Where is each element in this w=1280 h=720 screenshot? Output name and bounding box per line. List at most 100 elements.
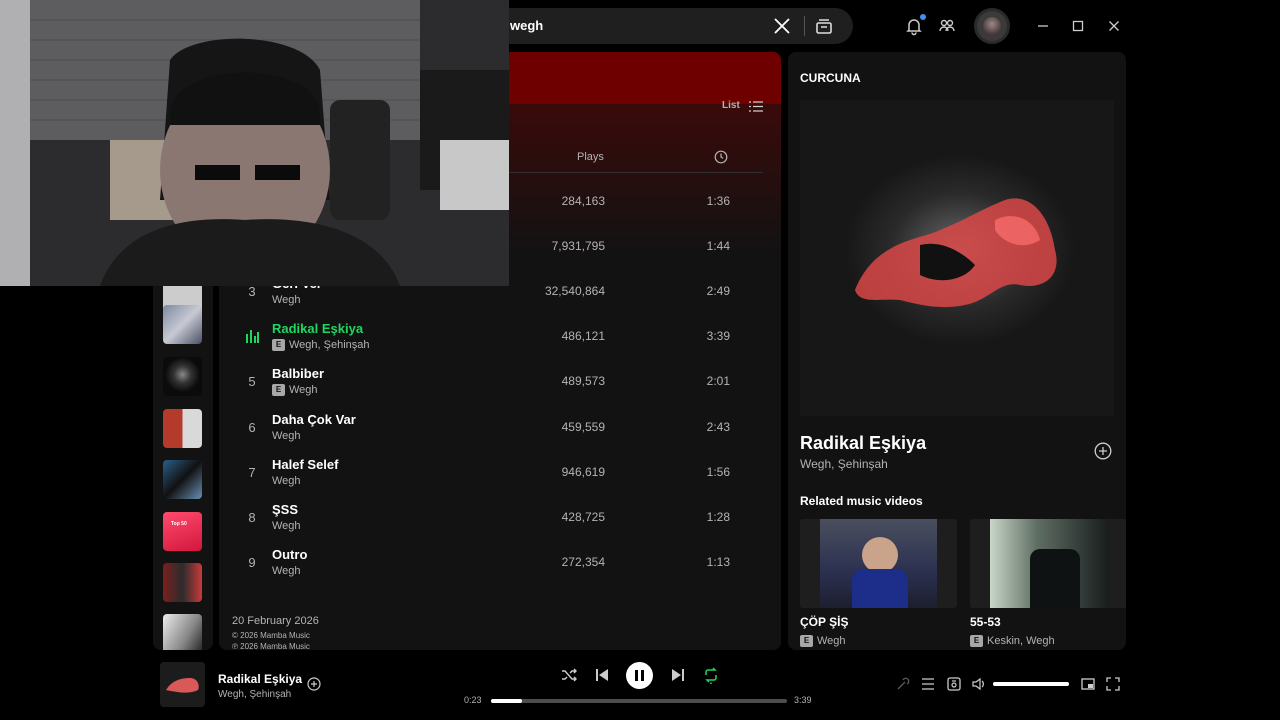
track-artist: E Wegh, Şehinşah — [272, 339, 370, 352]
track-artist: E Wegh — [272, 384, 318, 397]
track-title[interactable]: Balbiber — [272, 366, 324, 381]
track-artist-name[interactable]: Wegh — [289, 384, 318, 396]
album-art — [800, 100, 1114, 416]
video-figure — [852, 569, 908, 608]
close-window-icon[interactable] — [1104, 16, 1124, 36]
library-item[interactable] — [163, 305, 202, 344]
library-item-top50[interactable]: Top 50 — [163, 512, 202, 551]
volume-slider[interactable] — [993, 682, 1069, 686]
webcam-overlay — [0, 0, 509, 286]
related-videos-heading: Related music videos — [800, 494, 923, 508]
explicit-badge: E — [970, 635, 983, 647]
library-item[interactable] — [163, 563, 202, 602]
progress-bar[interactable] — [491, 699, 787, 703]
track-row[interactable]: 8 ŞSS Wegh 428,725 1:28 — [219, 497, 781, 542]
library-item[interactable] — [163, 409, 202, 448]
track-artist-name[interactable]: Wegh, Şehinşah — [289, 339, 370, 351]
track-plays: 32,540,864 — [544, 284, 605, 299]
lyrics-icon[interactable] — [895, 676, 911, 692]
library-item[interactable] — [163, 357, 202, 396]
equalizer-icon — [246, 330, 259, 344]
track-artist: Wegh — [272, 565, 301, 577]
now-playing-cover[interactable] — [160, 662, 205, 707]
track-artist-name[interactable]: Wegh — [272, 565, 301, 577]
now-playing-artists[interactable]: Wegh, Şehinşah — [800, 457, 888, 471]
add-circle-icon[interactable] — [307, 677, 321, 691]
video-title[interactable]: 55-53 — [970, 615, 1001, 629]
player-track-title[interactable]: Radikal Eşkiya — [218, 672, 302, 686]
search-bar[interactable]: wegh — [493, 8, 853, 44]
track-title[interactable]: Outro — [272, 547, 307, 562]
clock-icon — [714, 150, 728, 164]
avatar[interactable] — [974, 8, 1010, 44]
track-duration: 1:28 — [706, 509, 730, 524]
track-number: 7 — [248, 464, 256, 480]
track-row[interactable]: Radikal Eşkiya E Wegh, Şehinşah 486,121 3:39 — [219, 316, 781, 361]
explicit-badge: E — [272, 384, 285, 397]
track-artist-name[interactable]: Wegh — [272, 430, 301, 442]
fullscreen-icon[interactable] — [1105, 676, 1121, 692]
track-number: 5 — [248, 374, 256, 390]
track-artist-name[interactable]: Wegh — [272, 475, 301, 487]
track-title[interactable]: Daha Çok Var — [272, 412, 356, 427]
track-artist-name[interactable]: Wegh — [272, 520, 301, 532]
view-toggle[interactable]: List — [722, 100, 740, 111]
track-title[interactable]: ŞSS — [272, 502, 298, 517]
next-icon[interactable] — [669, 666, 687, 684]
track-duration: 1:56 — [706, 464, 730, 479]
track-row[interactable]: 6 Daha Çok Var Wegh 459,559 2:43 — [219, 407, 781, 452]
browse-icon[interactable] — [814, 16, 834, 36]
pause-button[interactable] — [626, 662, 653, 689]
now-playing-title[interactable]: Radikal Eşkiya — [800, 433, 926, 454]
video-thumbnail[interactable] — [970, 519, 1126, 608]
track-duration: 2:43 — [706, 419, 730, 434]
video-artist-name[interactable]: Keskin, Wegh — [987, 635, 1055, 647]
previous-icon[interactable] — [593, 666, 611, 684]
maximize-icon[interactable] — [1068, 16, 1088, 36]
add-circle-icon[interactable] — [1094, 442, 1112, 460]
track-plays: 459,559 — [561, 419, 605, 434]
total-time: 3:39 — [794, 695, 812, 705]
track-artist: Wegh — [272, 520, 301, 532]
track-plays: 486,121 — [561, 329, 605, 344]
track-title[interactable]: Halef Selef — [272, 457, 338, 472]
connect-device-icon[interactable] — [946, 676, 962, 692]
notification-dot — [920, 14, 926, 20]
minimize-icon[interactable] — [1033, 16, 1053, 36]
list-view-icon[interactable] — [749, 101, 763, 112]
track-row[interactable]: 9 Outro Wegh 272,354 1:13 — [219, 542, 781, 587]
video-thumbnail[interactable] — [800, 519, 957, 608]
track-duration: 1:13 — [706, 554, 730, 569]
player-track-artist[interactable]: Wegh, Şehinşah — [218, 689, 291, 700]
repeat-icon[interactable] — [702, 666, 720, 684]
library-item[interactable] — [163, 614, 202, 650]
track-duration: 1:44 — [706, 239, 730, 254]
queue-icon[interactable] — [920, 676, 936, 692]
track-artist-name[interactable]: Wegh — [272, 294, 301, 306]
shuffle-icon[interactable] — [560, 666, 578, 684]
library-item-label: Top 50 — [171, 521, 187, 527]
progress-fill — [491, 699, 523, 703]
search-input[interactable]: wegh — [510, 18, 543, 33]
track-artist: Wegh — [272, 294, 301, 306]
track-duration: 1:36 — [706, 194, 730, 208]
close-icon[interactable] — [773, 17, 791, 35]
track-number: 6 — [248, 419, 256, 435]
track-plays: 428,725 — [561, 509, 605, 524]
track-title[interactable]: Radikal Eşkiya — [272, 321, 363, 336]
friends-icon[interactable] — [937, 16, 957, 36]
track-row[interactable]: 5 Balbiber E Wegh 489,573 2:01 — [219, 361, 781, 406]
library-item[interactable] — [163, 460, 202, 499]
track-plays: 272,354 — [561, 554, 605, 569]
video-artist-name[interactable]: Wegh — [817, 635, 846, 647]
video-title[interactable]: ÇÖP ŞİŞ — [800, 615, 848, 629]
elapsed-time: 0:23 — [464, 695, 482, 705]
volume-icon[interactable] — [971, 676, 987, 692]
volume-fill — [993, 682, 1069, 686]
track-number: 3 — [248, 284, 256, 300]
track-row[interactable]: 7 Halef Selef Wegh 946,619 1:56 — [219, 452, 781, 497]
track-plays: 284,163 — [561, 194, 605, 208]
track-plays: 946,619 — [561, 464, 605, 479]
track-artist: Wegh — [272, 430, 301, 442]
miniplayer-icon[interactable] — [1080, 676, 1096, 692]
